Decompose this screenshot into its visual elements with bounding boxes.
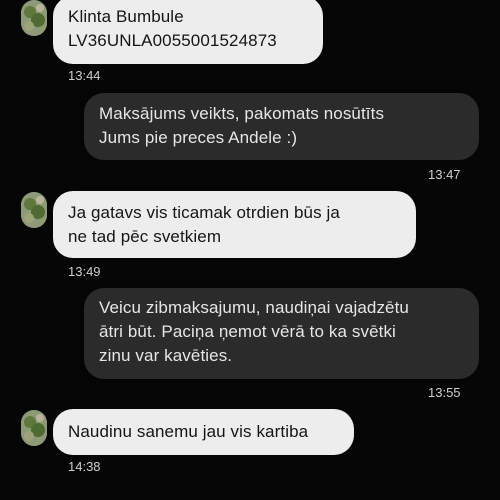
- message-line: ne tad pēc svetkiem: [68, 227, 222, 246]
- message-bubble-outgoing[interactable]: Maksājums veikts, pakomats nosūtīts Jums…: [84, 93, 479, 160]
- message-line: ātri būt. Paciņa ņemot vērā to ka svētki: [99, 322, 396, 341]
- message-bubble-outgoing[interactable]: Veicu zibmaksajumu, naudiņai vajadzētu ā…: [84, 288, 479, 379]
- message-timestamp: 13:49: [68, 264, 101, 279]
- message-line: LV36UNLA0055001524873: [68, 31, 277, 50]
- message-line: zinu var kavēties.: [99, 346, 233, 365]
- message-timestamp: 13:55: [428, 385, 461, 400]
- message-line: Klinta Bumbule: [68, 7, 184, 26]
- contact-avatar-icon[interactable]: [21, 192, 47, 228]
- message-timestamp: 14:38: [68, 459, 101, 474]
- contact-avatar-icon[interactable]: [21, 0, 47, 36]
- message-line: Veicu zibmaksajumu, naudiņai vajadzētu: [99, 298, 409, 317]
- message-bubble-incoming[interactable]: Ja gatavs vis ticamak otrdien būs ja ne …: [53, 191, 416, 258]
- message-line: Ja gatavs vis ticamak otrdien būs ja: [68, 203, 340, 222]
- message-bubble-incoming[interactable]: Klinta Bumbule LV36UNLA0055001524873: [53, 0, 323, 64]
- contact-avatar-icon[interactable]: [21, 410, 47, 446]
- message-line: Maksājums veikts, pakomats nosūtīts: [99, 104, 385, 123]
- message-timestamp: 13:44: [68, 68, 101, 83]
- message-line: Naudinu sanemu jau vis kartiba: [68, 422, 309, 441]
- message-bubble-incoming[interactable]: Naudinu sanemu jau vis kartiba: [53, 409, 354, 455]
- message-timestamp: 13:47: [428, 167, 461, 182]
- chat-thread[interactable]: Klinta Bumbule LV36UNLA0055001524873 13:…: [0, 0, 500, 500]
- message-line: Jums pie preces Andele :): [99, 128, 298, 147]
